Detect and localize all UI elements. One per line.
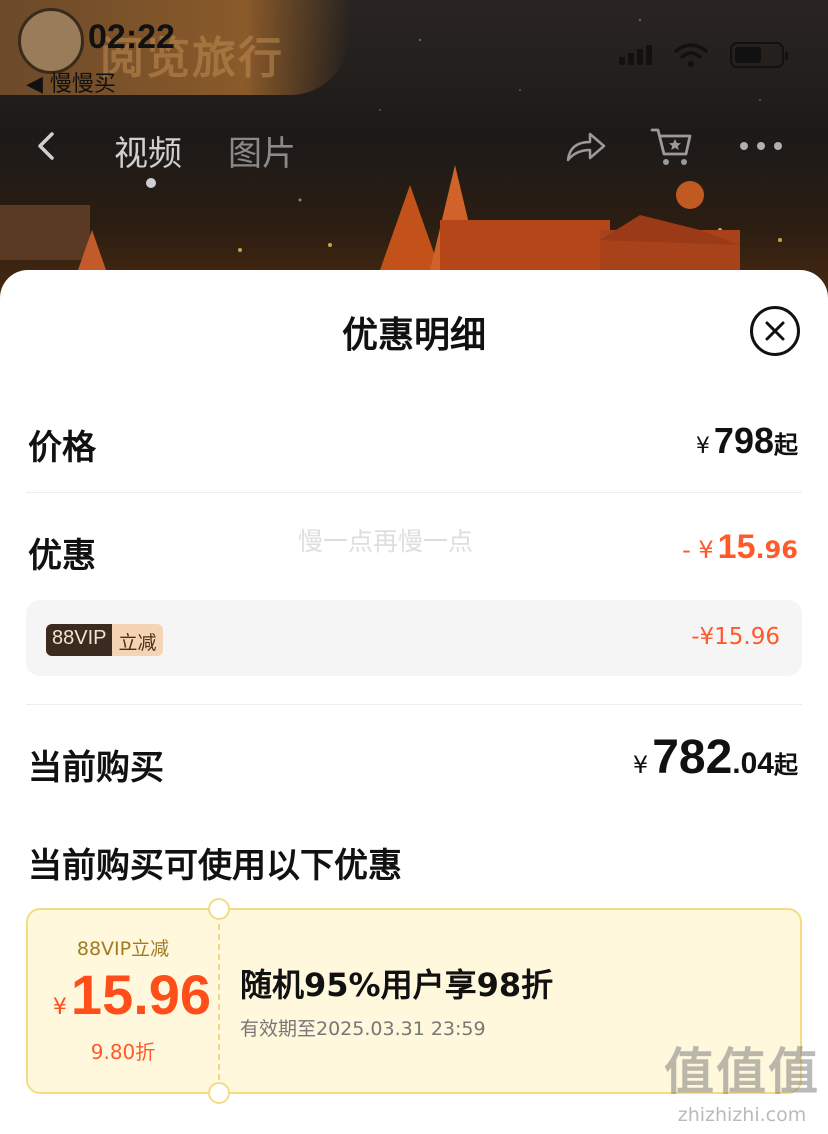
coupon-amount: ¥ 15.96 xyxy=(42,962,222,1027)
back-arrow-icon[interactable] xyxy=(28,126,68,166)
battery-icon xyxy=(730,42,788,68)
divider xyxy=(26,492,802,493)
price-value: ¥ 798 起 xyxy=(696,420,798,462)
close-icon xyxy=(765,321,785,341)
coupon-type-label: 88VIP立减 xyxy=(76,938,170,960)
available-coupons-title: 当前购买可使用以下优惠 xyxy=(28,846,402,886)
wifi-icon xyxy=(674,43,708,67)
close-button[interactable] xyxy=(750,306,800,356)
current-currency: ¥ xyxy=(632,751,649,779)
discount-details-sheet: 优惠明细 价格 ¥ 798 起 优惠 慢一点再慢一点 - ¥ 15 .96 88… xyxy=(0,270,828,1134)
cart-icon[interactable] xyxy=(648,122,696,170)
mascot-avatar xyxy=(18,8,84,74)
current-dec: .04 xyxy=(732,747,774,780)
discount-value: - ¥ 15 .96 xyxy=(682,528,798,567)
price-suffix: 起 xyxy=(774,431,798,459)
vip-badge: 88VIP 立减 xyxy=(46,624,163,656)
discount-prefix: - ¥ xyxy=(682,536,714,564)
site-watermark: 值值值 zhizhizhi.com xyxy=(664,1032,820,1126)
discount-int: 15 xyxy=(717,528,756,566)
current-purchase-label: 当前购买 xyxy=(28,748,164,788)
coupon-validity: 有效期至2025.03.31 23:59 xyxy=(240,1018,486,1040)
site-watermark-logo: 值值值 xyxy=(664,1042,820,1101)
price-currency: ¥ xyxy=(695,434,710,459)
cellular-signal-icon xyxy=(619,45,652,65)
vip-badge-left: 88VIP xyxy=(46,624,113,656)
sheet-title: 优惠明细 xyxy=(341,315,486,356)
price-amount: 798 xyxy=(713,420,774,461)
current-int: 782 xyxy=(652,731,733,784)
price-label: 价格 xyxy=(28,428,96,468)
coupon-amount-value: 15.96 xyxy=(70,963,212,1026)
vip-badge-right: 立减 xyxy=(112,624,163,656)
watermark-text: 慢一点再慢一点 xyxy=(298,527,474,556)
coupon-currency: ¥ xyxy=(52,995,67,1020)
vip-discount-item: 88VIP 立减 -¥15.96 xyxy=(26,600,802,676)
vip-discount-amount: -¥15.96 xyxy=(691,624,780,650)
status-icons xyxy=(619,42,788,68)
more-icon[interactable] xyxy=(736,134,786,158)
coupon-discount-rate: 9.80折 xyxy=(90,1040,156,1064)
back-to-app-link[interactable]: ◀ 慢慢买 xyxy=(26,66,116,98)
active-tab-indicator xyxy=(146,178,156,188)
coupon-notch xyxy=(208,1082,230,1104)
tab-image[interactable]: 图片 xyxy=(228,126,296,175)
tab-video[interactable]: 视频 xyxy=(114,126,182,175)
discount-dec: .96 xyxy=(755,536,798,564)
share-icon[interactable] xyxy=(562,126,610,166)
coupon-notch xyxy=(208,898,230,920)
discount-label: 优惠 xyxy=(28,536,96,576)
divider xyxy=(26,704,802,705)
site-watermark-url: zhizhizhi.com xyxy=(677,1104,807,1126)
coupon-title: 随机95%用户享98折 xyxy=(240,966,554,1004)
status-time: 02:22 xyxy=(88,18,175,56)
current-purchase-value: ¥ 782 .04 起 xyxy=(633,730,798,785)
current-suffix: 起 xyxy=(774,751,798,779)
top-nav: 视频 图片 xyxy=(0,120,828,188)
